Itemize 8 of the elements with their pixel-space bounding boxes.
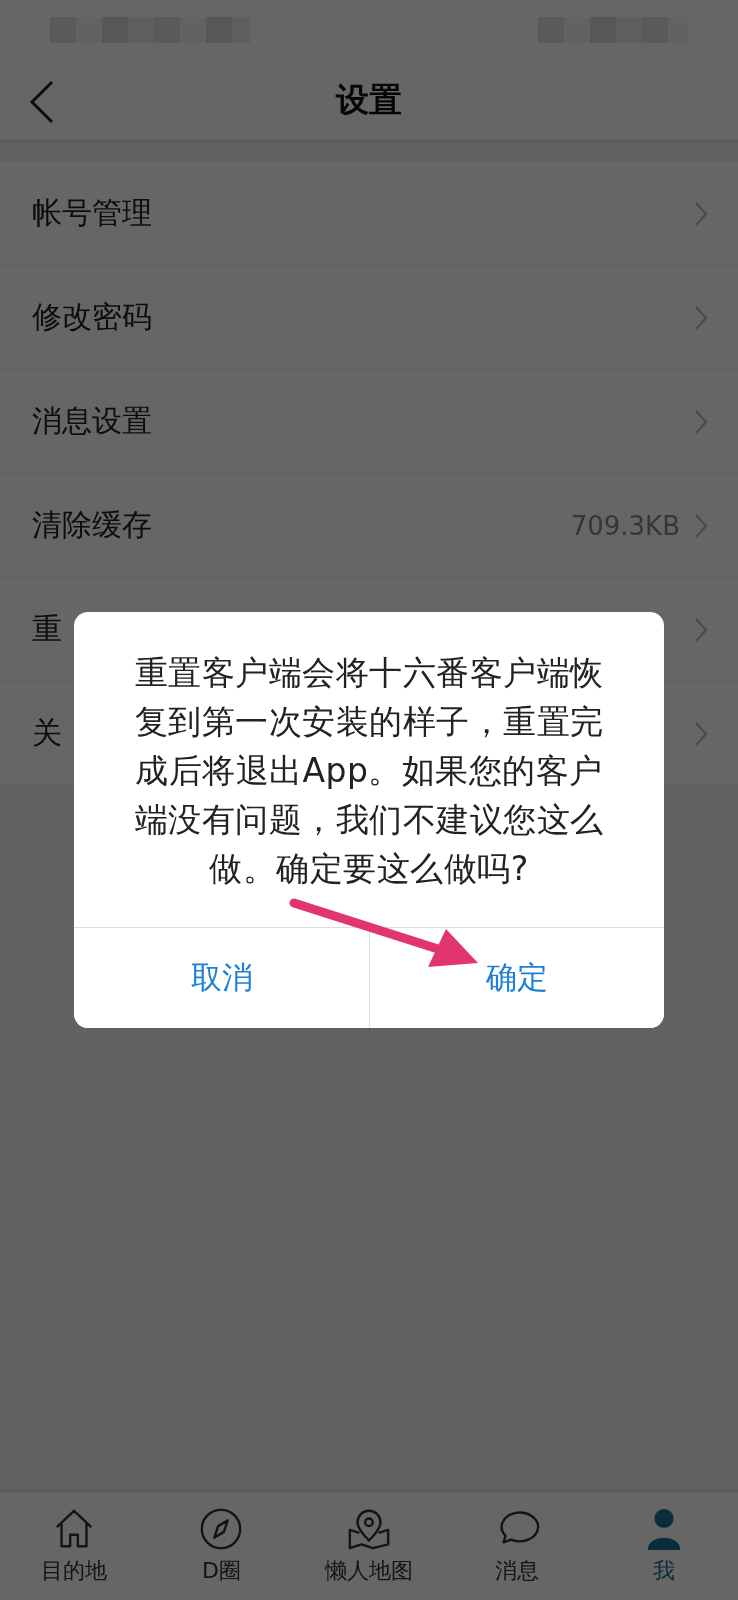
- row-label: 清除缓存: [32, 506, 152, 544]
- row-label: 帐号管理: [32, 194, 152, 232]
- row-label: 修改密码: [32, 298, 152, 336]
- dialog-message: 重置客户端会将十六番客户端恢复到第一次安装的样子，重置完成后将退出App。如果您的客户端没有问题，我们不建议您这么做。确定要这么做吗?: [133, 652, 605, 890]
- row-label: 重: [32, 610, 62, 648]
- row-label: 关: [32, 714, 62, 752]
- row-label: 消息设置: [32, 402, 152, 440]
- page-title: 设置: [336, 78, 402, 121]
